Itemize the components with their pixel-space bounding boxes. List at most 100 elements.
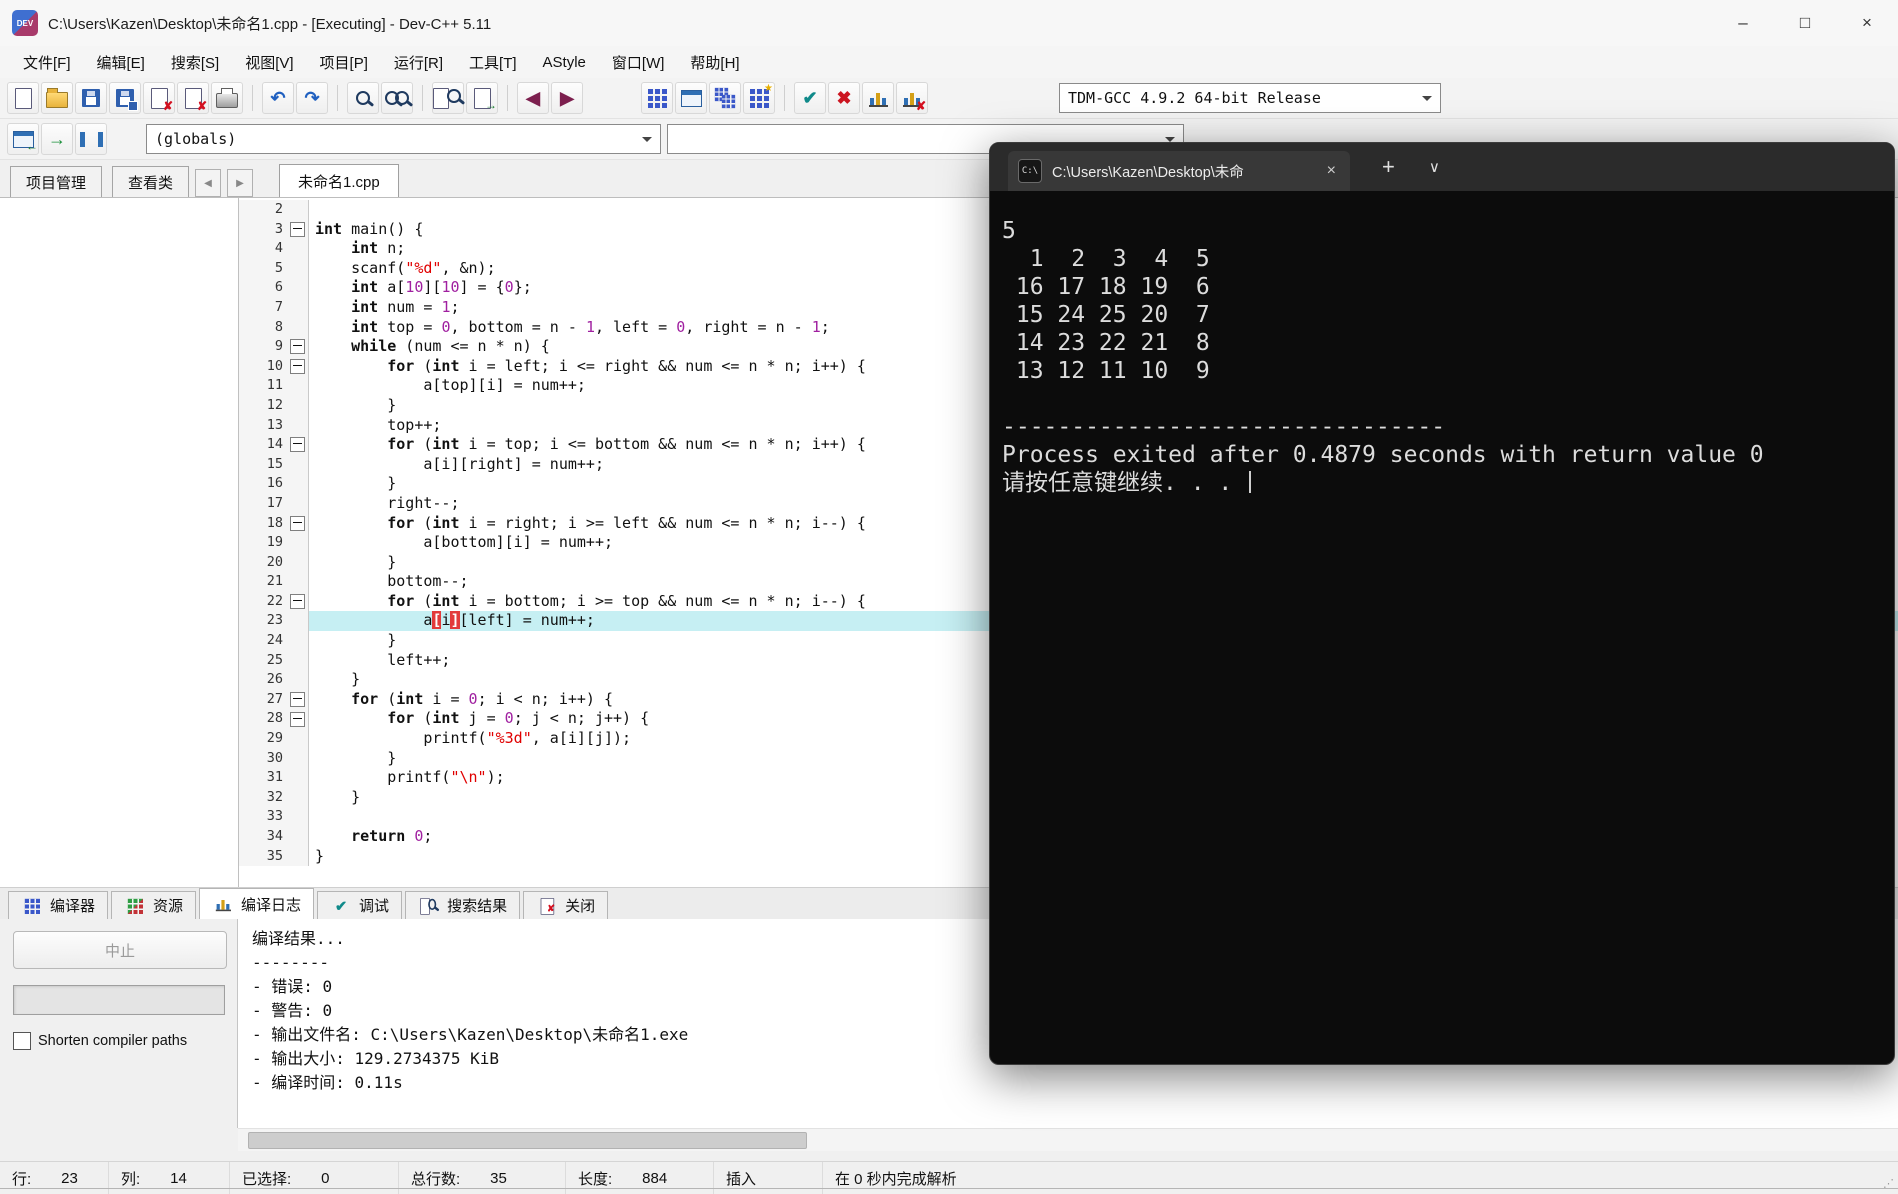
gap-strip (0, 1151, 1898, 1161)
terminal-line: 5 (1002, 218, 1016, 244)
syntax-check-icon[interactable]: ✔ (794, 82, 826, 114)
fold-marker[interactable] (289, 692, 305, 708)
menu-item-文件[F][interactable]: 文件[F] (10, 49, 84, 75)
replace-icon[interactable] (381, 82, 413, 114)
window-title: C:\Users\Kazen\Desktop\未命名1.cpp - [Execu… (48, 15, 492, 33)
bottom-tab-关闭[interactable]: ✘ 关闭 (523, 891, 609, 919)
terminal-tab-bar: C:\ C:\Users\Kazen\Desktop\未命 × + ∨ (990, 143, 1894, 191)
toggle-bookmark-icon[interactable]: → (41, 123, 73, 155)
menu-item-运行[R][interactable]: 运行[R] (381, 49, 456, 75)
profile-delete-icon[interactable]: ✘ (896, 82, 928, 114)
toolbar-main: ✘ ✘ ↶ ↷ → ◀ ▶ ★ ✔ ✖ ✘ (6, 82, 929, 114)
new-file-icon[interactable] (7, 82, 39, 114)
gutter: 16 (239, 474, 309, 494)
window-controls: – □ × (1712, 0, 1898, 46)
profile-icon[interactable] (862, 82, 894, 114)
menu-item-帮助[H][interactable]: 帮助[H] (677, 49, 752, 75)
terminal-window[interactable]: C:\ C:\Users\Kazen\Desktop\未命 × + ∨ 5 1 … (989, 142, 1895, 1065)
toolbar-separator (337, 85, 338, 111)
compile-run-icon[interactable] (709, 82, 741, 114)
fold-marker[interactable] (289, 359, 305, 375)
compiler-combo-value: TDM-GCC 4.9.2 64-bit Release (1068, 89, 1321, 107)
terminal-tab-close-icon[interactable]: × (1321, 162, 1342, 180)
abort-button[interactable]: 中止 (13, 931, 227, 969)
rebuild-all-icon[interactable]: ★ (743, 82, 775, 114)
toolbar-separator (507, 85, 508, 111)
save-icon[interactable] (75, 82, 107, 114)
menu-item-项目[P][interactable]: 项目[P] (307, 49, 381, 75)
tab-class-browser[interactable]: 查看类 (112, 166, 190, 197)
scrollbar-thumb[interactable] (248, 1132, 807, 1149)
abort-compile-icon[interactable]: ✖ (828, 82, 860, 114)
project-panel[interactable] (0, 198, 239, 887)
tab-scroll-left-icon[interactable]: ◀ (195, 169, 222, 197)
terminal-line: 13 12 11 10 9 (1002, 358, 1210, 384)
compiler-combo[interactable]: TDM-GCC 4.9.2 64-bit Release (1059, 83, 1441, 113)
minimize-button[interactable]: – (1712, 0, 1774, 46)
log-horizontal-scrollbar[interactable] (238, 1128, 1898, 1151)
menu-item-搜索[S][interactable]: 搜索[S] (158, 49, 232, 75)
fold-marker[interactable] (289, 339, 305, 355)
save-all-icon[interactable] (109, 82, 141, 114)
fold-marker[interactable] (289, 437, 305, 453)
forward-icon[interactable]: ▶ (551, 82, 583, 114)
goto-bookmark-icon[interactable] (75, 123, 107, 155)
editor-tab[interactable]: 未命名1.cpp (279, 164, 399, 197)
close-button[interactable]: × (1836, 0, 1898, 46)
terminal-tab[interactable]: C:\ C:\Users\Kazen\Desktop\未命 × (1008, 151, 1350, 191)
gutter: 19 (239, 533, 309, 553)
bottom-tab-编译日志[interactable]: 编译日志 (199, 888, 315, 919)
fold-marker[interactable] (289, 221, 305, 237)
redo-icon[interactable]: ↷ (296, 82, 328, 114)
toolbar-separator (252, 85, 253, 111)
gutter: 3 (239, 219, 309, 240)
grid-rg-icon (126, 897, 144, 914)
globals-combo[interactable]: (globals) (146, 124, 661, 154)
gutter: 27 (239, 689, 309, 710)
open-file-icon[interactable] (41, 82, 73, 114)
print-icon[interactable] (211, 82, 243, 114)
menu-item-AStyle[interactable]: AStyle (530, 49, 599, 75)
find-in-files-icon[interactable] (432, 82, 464, 114)
log-line: - 编译时间: 0.11s (252, 1073, 403, 1092)
chart-icon (214, 896, 232, 912)
gutter: 23 (239, 611, 309, 632)
chevron-down-icon[interactable] (634, 125, 660, 153)
run-icon[interactable] (675, 82, 707, 114)
bottom-tab-编译器[interactable]: 编译器 (8, 891, 109, 919)
gutter: 15 (239, 454, 309, 475)
back-icon[interactable]: ◀ (517, 82, 549, 114)
undo-icon[interactable]: ↶ (262, 82, 294, 114)
gutter: 35 (239, 846, 309, 867)
bottom-tab-资源[interactable]: 资源 (111, 891, 197, 919)
menu-item-窗口[W][interactable]: 窗口[W] (599, 49, 678, 75)
terminal-menu-chevron-icon[interactable]: ∨ (1429, 158, 1440, 176)
terminal-new-tab-button[interactable]: + (1382, 154, 1395, 180)
close-file-icon[interactable]: ✘ (143, 82, 175, 114)
find-icon[interactable] (347, 82, 379, 114)
goto-line-icon[interactable]: → (466, 82, 498, 114)
insert-icon[interactable]: ← (7, 123, 39, 155)
shorten-paths-checkbox[interactable] (13, 1032, 31, 1050)
menu-bar: 文件[F] 编辑[E] 搜索[S] 视图[V] 项目[P] 运行[R] 工具[T] AStyl… (0, 46, 1898, 78)
compile-icon[interactable] (641, 82, 673, 114)
tab-scroll-right-icon[interactable]: ▶ (227, 169, 254, 197)
fold-marker[interactable] (289, 594, 305, 610)
fold-marker[interactable] (289, 515, 305, 531)
toolbar-row-1: ✘ ✘ ↶ ↷ → ◀ ▶ ★ ✔ ✖ ✘ TDM-GCC 4.9.2 64-bit Release (0, 78, 1898, 119)
terminal-body[interactable]: 5 1 2 3 4 5 16 17 18 19 6 15 24 25 20 7 … (990, 191, 1894, 497)
bottom-tab-搜索结果[interactable]: 搜索结果 (405, 891, 521, 919)
fold-marker[interactable] (289, 711, 305, 727)
bottom-tab-调试[interactable]: ✔ 调试 (317, 891, 403, 919)
close-all-icon[interactable]: ✘ (177, 82, 209, 114)
terminal-cursor (1249, 471, 1252, 493)
resize-grip[interactable]: ⋰ (1872, 1162, 1898, 1194)
menu-item-视图[V][interactable]: 视图[V] (232, 49, 306, 75)
menu-item-工具[T][interactable]: 工具[T] (456, 49, 530, 75)
menu-item-编辑[E][interactable]: 编辑[E] (84, 49, 158, 75)
maximize-button[interactable]: □ (1774, 0, 1836, 46)
toolbar-separator (422, 85, 423, 111)
tab-project-manager[interactable]: 项目管理 (10, 166, 103, 197)
chevron-down-icon[interactable] (1414, 84, 1440, 112)
